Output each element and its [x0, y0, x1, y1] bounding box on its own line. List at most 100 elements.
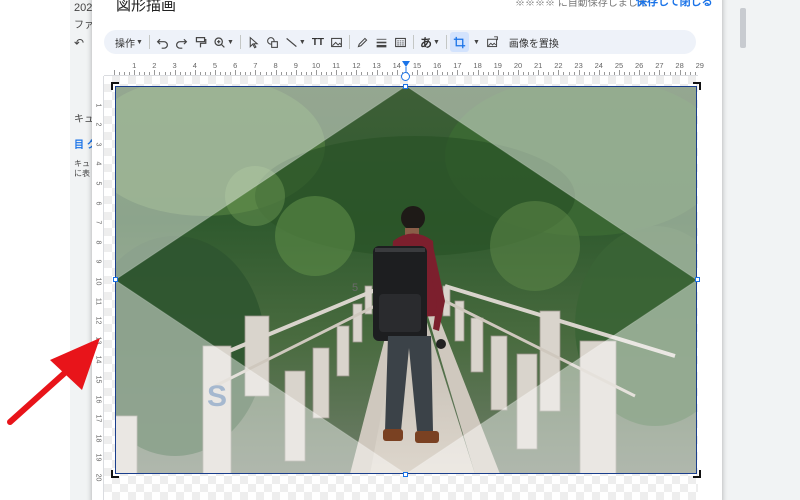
ruler-tick	[669, 72, 671, 75]
ruler-tick	[371, 72, 373, 75]
ruler-tick	[543, 72, 545, 75]
ruler-tick	[411, 72, 413, 75]
ruler-tick	[240, 72, 242, 75]
replace-image-icon-button[interactable]	[483, 32, 502, 52]
ruler-number: 4	[94, 161, 102, 166]
ruler-tick	[568, 72, 570, 75]
ruler-number: 15	[412, 61, 422, 70]
crop-handle-top-right[interactable]	[693, 82, 701, 90]
ruler-number: 8	[94, 240, 102, 245]
ruler-tick	[619, 70, 620, 75]
resize-handle-bottom[interactable]	[403, 472, 408, 477]
crop-handle-bottom-left[interactable]	[111, 470, 119, 478]
ruler-tick	[472, 72, 474, 75]
actions-menu[interactable]: 操作 ▼	[112, 32, 146, 52]
doc-title[interactable]: 202	[74, 2, 92, 14]
replace-image-button[interactable]: 画像を置換	[506, 32, 562, 52]
ruler-number: 6	[94, 201, 102, 206]
ruler-tick	[679, 70, 681, 75]
text-style-label: あ	[420, 35, 433, 50]
ruler-number: 27	[655, 61, 664, 70]
ruler-tick	[694, 72, 696, 75]
ruler-tick	[437, 70, 439, 75]
save-status: ※※※※ に自動保存しました	[515, 0, 648, 9]
save-and-close-button[interactable]: 保存して閉じる	[636, 0, 713, 9]
ruler-tick	[538, 70, 540, 75]
border-color-button[interactable]	[353, 32, 372, 52]
ruler-tick	[220, 72, 222, 75]
ruler-tick	[396, 70, 398, 75]
ruler-tick	[477, 70, 479, 75]
ruler-tick	[523, 72, 525, 75]
ruler-tick	[634, 72, 636, 75]
crop-options[interactable]: ▼	[469, 32, 483, 52]
replace-image-icon	[487, 35, 498, 47]
ruler-number: 20	[513, 61, 523, 70]
image-tool[interactable]	[327, 32, 346, 52]
resize-handle-right[interactable]	[695, 277, 700, 282]
ruler-number: 24	[594, 61, 603, 70]
ruler-number: 9	[94, 259, 102, 264]
toolbar-divider	[148, 35, 150, 49]
ruler-number: 11	[332, 61, 341, 70]
ruler-tick	[275, 70, 277, 75]
ruler-tick	[321, 72, 323, 75]
shape-tool[interactable]	[263, 32, 282, 52]
ruler-tick	[548, 72, 550, 75]
ruler-tick	[598, 70, 600, 75]
ruler-number: 22	[554, 61, 563, 70]
resize-handle-top[interactable]	[403, 84, 408, 89]
border-dash-button[interactable]	[391, 32, 410, 52]
annotation-arrow	[7, 338, 100, 425]
ruler-number: 10	[94, 277, 102, 286]
ruler-number: 26	[635, 61, 644, 70]
ruler-tick	[260, 72, 262, 75]
menu-fragment[interactable]: ファ	[74, 16, 94, 31]
ruler-number: 29	[695, 61, 704, 70]
ruler-tick	[533, 72, 535, 75]
ruler-tick	[427, 72, 429, 75]
ruler-tick	[280, 72, 282, 75]
zoom-menu[interactable]: ▼	[210, 32, 237, 52]
ruler-tick	[184, 72, 186, 75]
select-tool[interactable]	[244, 32, 263, 52]
ruler-number: 6	[233, 61, 238, 70]
ruler-tick	[351, 72, 353, 75]
ruler-number: 14	[392, 61, 401, 70]
textbox-tool[interactable]: TT	[309, 32, 327, 52]
ruler-tick	[310, 72, 312, 75]
text-style-menu[interactable]: あ ▼	[417, 32, 443, 52]
replace-image-label: 画像を置換	[508, 38, 559, 50]
crop-handle-bottom-right[interactable]	[693, 470, 701, 478]
ruler-number: 11	[94, 297, 102, 305]
resize-handle-left[interactable]	[113, 277, 118, 282]
undo-fragment-icon[interactable]: ↶	[74, 36, 84, 50]
ruler-tick	[462, 72, 464, 75]
ruler-tick	[502, 72, 504, 75]
border-weight-button[interactable]	[372, 32, 391, 52]
crop-handle-top-left[interactable]	[111, 82, 119, 90]
ruler-number: 10	[311, 61, 321, 70]
ruler-tick	[164, 72, 166, 75]
paint-format-button[interactable]	[191, 32, 210, 52]
undo-button[interactable]	[153, 32, 172, 52]
line-tool[interactable]: ▼	[282, 32, 309, 52]
redo-button[interactable]	[172, 32, 191, 52]
rotate-handle[interactable]	[401, 72, 410, 81]
ruler-tick	[664, 72, 666, 75]
ruler-number: 5	[212, 61, 218, 70]
ruler-tick	[563, 72, 565, 75]
undo-icon	[156, 38, 168, 49]
ruler-tick	[432, 72, 434, 75]
crop-button[interactable]	[449, 32, 469, 52]
cropped-image[interactable]: S 5	[115, 86, 697, 474]
crop-icon	[453, 36, 466, 48]
ruler-tick	[613, 72, 615, 75]
ruler-number: 7	[253, 61, 258, 70]
ruler-tick	[154, 70, 156, 75]
ruler-tick	[250, 72, 252, 75]
ruler-number: 3	[172, 61, 177, 70]
scrollbar-fragment[interactable]	[740, 8, 746, 48]
ruler-number: 3	[94, 142, 102, 147]
ruler-tick	[305, 72, 307, 75]
